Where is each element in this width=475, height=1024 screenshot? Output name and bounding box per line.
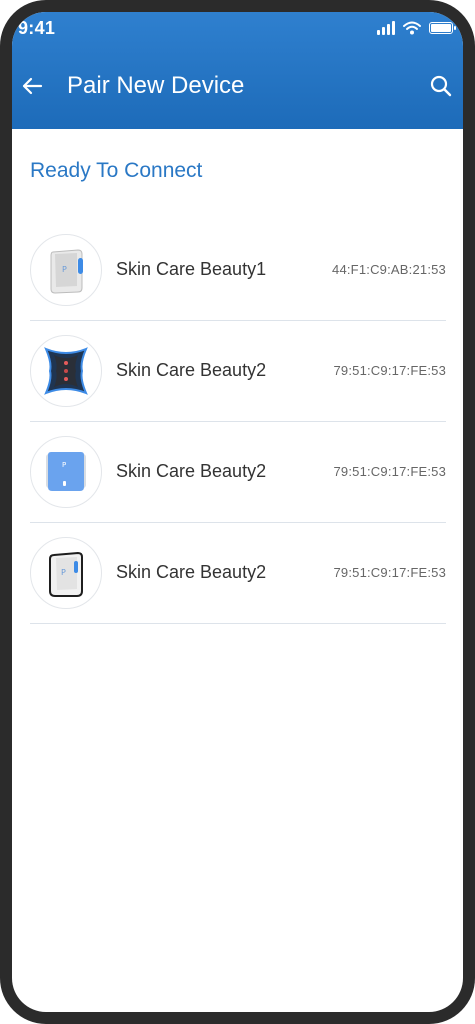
device-mac-address: 79:51:C9:17:FE:53 [333,363,446,378]
device-mac-address: 44:F1:C9:AB:21:53 [332,262,446,277]
page-title: Pair New Device [67,72,245,99]
svg-text:P: P [62,461,66,469]
white-beauty-device-image: P [30,234,102,306]
nav-bar: Pair New Device [12,64,463,108]
svg-text:P: P [61,568,66,577]
status-bar: 9:41 [12,12,463,48]
section-title: Ready To Connect [30,159,203,182]
svg-text:P: P [62,265,67,274]
device-name: Skin Care Beauty2 [116,461,267,481]
device-list-item[interactable]: P Skin Care Beauty2 79:51:C9:17:FE:53 [30,523,446,624]
phone-frame: 9:41 Pair New Device Ready To Connect P … [0,0,475,1024]
search-icon [430,75,452,97]
device-list-item[interactable]: P Skin Care Beauty1 44:F1:C9:AB:21:53 [30,220,446,321]
blue-beauty-device-image: P [30,436,102,508]
app-header: 9:41 Pair New Device [12,12,463,129]
device-name: Skin Care Beauty2 [116,562,267,582]
battery-icon [429,22,456,34]
device-name: Skin Care Beauty2 [116,360,267,380]
device-list-item[interactable]: Skin Care Beauty2 79:51:C9:17:FE:53 [30,321,446,422]
wifi-icon [403,21,421,35]
status-time: 9:41 [18,18,56,38]
device-list-item[interactable]: P Skin Care Beauty2 79:51:C9:17:FE:53 [30,422,446,523]
device-list: P Skin Care Beauty1 44:F1:C9:AB:21:53 Sk… [30,220,446,624]
dark-blue-beauty-device-image [30,335,102,407]
device-name: Skin Care Beauty1 [116,259,267,279]
search-button[interactable] [425,70,457,102]
device-mac-address: 79:51:C9:17:FE:53 [333,464,446,479]
back-arrow-icon [22,77,43,95]
back-button[interactable] [16,70,48,102]
cellular-signal-icon [377,21,395,35]
status-icons [377,20,456,36]
screen: 9:41 Pair New Device Ready To Connect P … [12,12,463,1012]
device-mac-address: 79:51:C9:17:FE:53 [333,565,446,580]
white-black-beauty-device-image: P [30,537,102,609]
